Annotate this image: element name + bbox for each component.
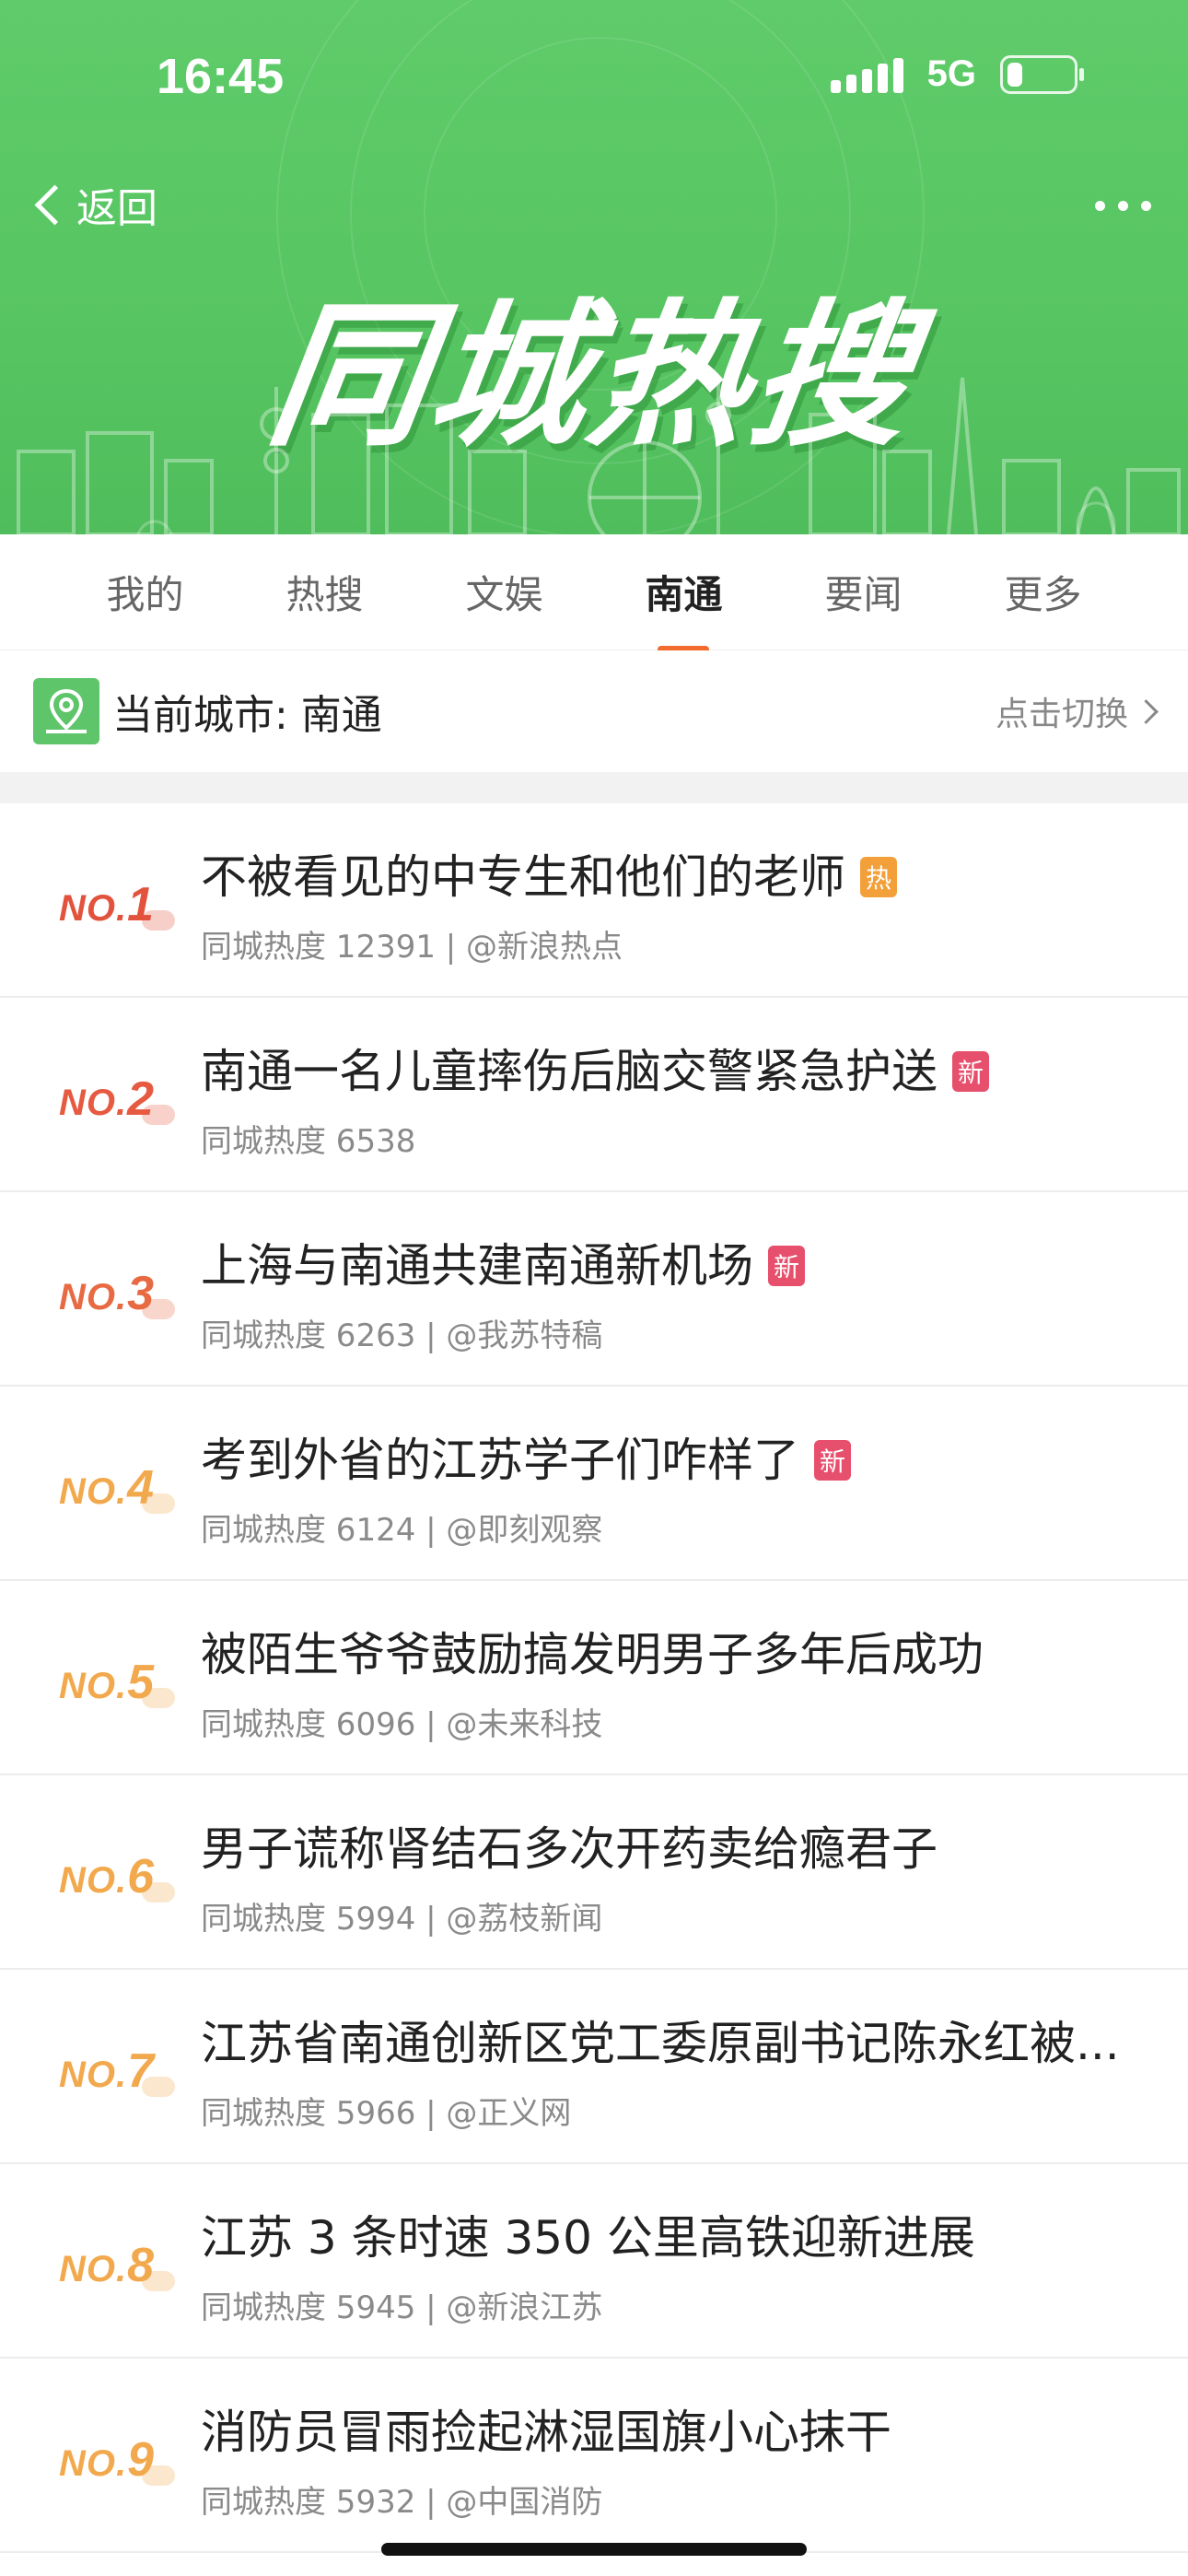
item-meta: 同城热度 12391 | @新浪热点 [201, 929, 623, 966]
item-title: 江苏 3 条时速 350 公里高铁迎新进展 [201, 2211, 975, 2265]
rank-label: NO.1 [59, 877, 176, 932]
list-item[interactable]: NO.7 江苏省南通创新区党工委原副书记陈永红被... 同城热度 5966 | … [0, 1970, 1188, 2164]
rank-label: NO.7 [59, 2043, 176, 2099]
home-indicator [381, 2543, 807, 2556]
item-title: 不被看见的中专生和他们的老师热 [201, 840, 1151, 907]
new-badge: 新 [768, 1245, 806, 1286]
current-city-bar: 当前城市: 南通 点击切换 [0, 650, 1188, 772]
item-title: 上海与南通共建南通新机场新 [201, 1229, 1151, 1295]
item-meta: 同城热度 6538 [201, 1123, 416, 1160]
battery-icon [1000, 54, 1084, 94]
tab-news[interactable]: 要闻 [815, 564, 911, 620]
list-item[interactable]: NO.1 不被看见的中专生和他们的老师热 同城热度 12391 | @新浪热点 [0, 803, 1188, 998]
new-badge: 新 [814, 1439, 852, 1481]
tab-hot-search[interactable]: 热搜 [276, 564, 372, 620]
rank-label: NO.9 [59, 2432, 176, 2488]
hot-badge: 热 [860, 856, 898, 897]
rank-label: NO.5 [59, 1655, 176, 1710]
signal-icon [830, 56, 903, 93]
item-meta: 同城热度 5932 | @中国消防 [201, 2484, 603, 2521]
list-item[interactable]: NO.2 南通一名儿童摔伤后脑交警紧急护送新 同城热度 6538 [0, 998, 1188, 1192]
list-item[interactable]: NO.6 男子谎称肾结石多次开药卖给瘾君子 同城热度 5994 | @荔枝新闻 [0, 1775, 1188, 1970]
city-skyline-illustration [17, 377, 1181, 534]
list-item[interactable]: NO.4 考到外省的江苏学子们咋样了新 同城热度 6124 | @即刻观察 [0, 1387, 1188, 1581]
item-title: 江苏省南通创新区党工委原副书记陈永红被... [201, 2017, 1120, 2070]
item-meta: 同城热度 5966 | @正义网 [201, 2095, 572, 2132]
header-banner: 16:45 5G 返回 同城热搜 [0, 0, 1188, 534]
item-meta: 同城热度 5945 | @新浪江苏 [201, 2289, 603, 2326]
list-item[interactable]: NO.9 消防员冒雨捡起淋湿国旗小心抹干 同城热度 5932 | @中国消防 [0, 2359, 1188, 2553]
tab-entertainment[interactable]: 文娱 [456, 564, 552, 620]
item-meta: 同城热度 6263 | @我苏特稿 [201, 1317, 603, 1354]
network-label: 5G [926, 53, 976, 94]
rank-label: NO.6 [59, 1849, 176, 1904]
rank-label: NO.2 [59, 1071, 176, 1127]
hot-search-list: NO.1 不被看见的中专生和他们的老师热 同城热度 12391 | @新浪热点 … [0, 803, 1188, 2553]
item-meta: 同城热度 5994 | @荔枝新闻 [201, 1901, 603, 1938]
switch-city-label: 点击切换 [995, 696, 1128, 733]
list-item[interactable]: NO.3 上海与南通共建南通新机场新 同城热度 6263 | @我苏特稿 [0, 1192, 1188, 1387]
new-badge: 新 [952, 1050, 990, 1092]
item-title: 考到外省的江苏学子们咋样了新 [201, 1423, 1151, 1490]
more-options-button[interactable] [1095, 201, 1151, 211]
tab-nantong[interactable]: 南通 [635, 564, 731, 620]
tab-mine[interactable]: 我的 [97, 564, 192, 620]
item-title: 被陌生爷爷鼓励搞发明男子多年后成功 [201, 1628, 984, 1681]
rank-label: NO.8 [59, 2238, 176, 2293]
section-divider [0, 772, 1188, 803]
list-item[interactable]: NO.5 被陌生爷爷鼓励搞发明男子多年后成功 同城热度 6096 | @未来科技 [0, 1581, 1188, 1775]
item-meta: 同城热度 6096 | @未来科技 [201, 1706, 603, 1743]
tab-more[interactable]: 更多 [995, 564, 1090, 620]
item-title: 南通一名儿童摔伤后脑交警紧急护送新 [201, 1035, 1151, 1101]
tab-bar: 我的 热搜 文娱 南通 要闻 更多 [0, 534, 1188, 650]
status-time: 16:45 [157, 49, 285, 104]
back-label: 返回 [76, 185, 157, 232]
current-city-label: 当前城市: 南通 [112, 692, 382, 739]
item-meta: 同城热度 6124 | @即刻观察 [201, 1512, 603, 1549]
item-title: 男子谎称肾结石多次开药卖给瘾君子 [201, 1822, 938, 1876]
chevron-right-icon [1134, 698, 1159, 724]
switch-city-button[interactable]: 点击切换 [995, 687, 1159, 735]
list-item[interactable]: NO.8 江苏 3 条时速 350 公里高铁迎新进展 同城热度 5945 | @… [0, 2164, 1188, 2359]
back-button[interactable]: 返回 [31, 175, 157, 234]
rank-label: NO.4 [59, 1460, 176, 1516]
item-title: 消防员冒雨捡起淋湿国旗小心抹干 [201, 2406, 891, 2459]
chevron-left-icon [34, 184, 76, 225]
status-icons: 5G [830, 53, 1084, 95]
location-pin-icon [33, 678, 99, 744]
rank-label: NO.3 [59, 1266, 176, 1321]
